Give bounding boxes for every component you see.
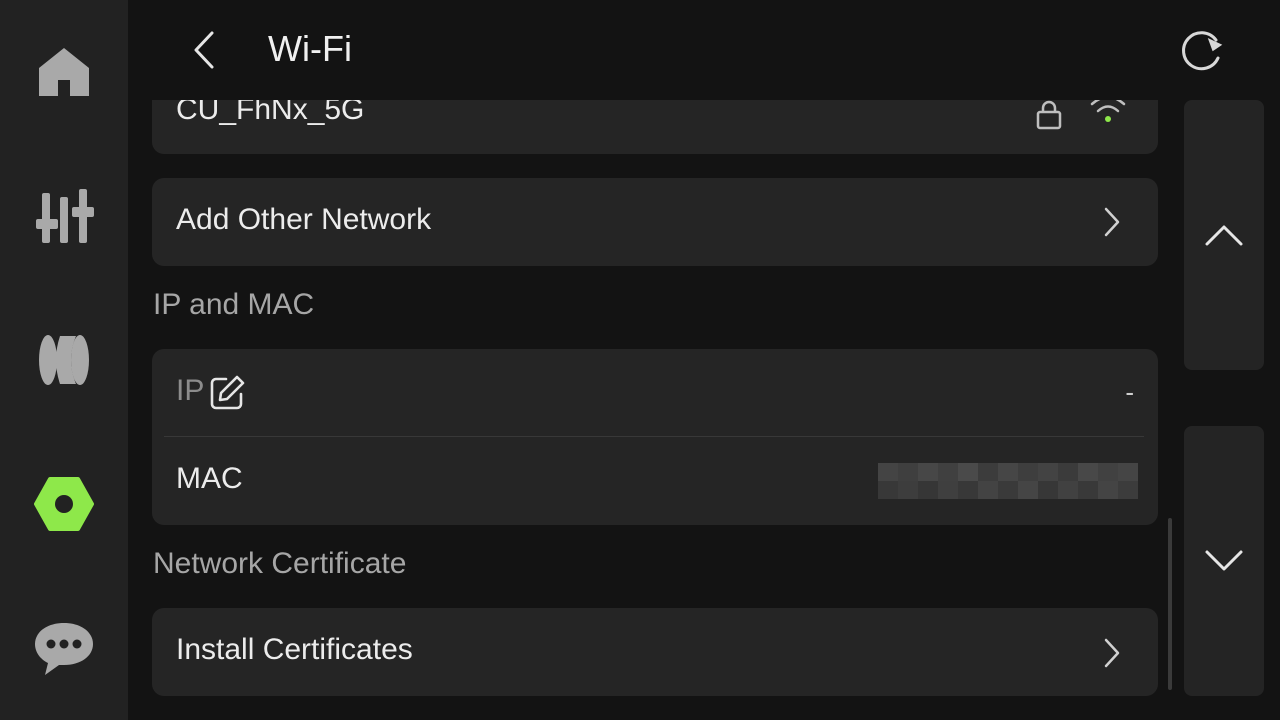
chevron-right-icon [1104,207,1120,237]
chat-icon [35,623,93,675]
install-certificates-label: Install Certificates [176,633,413,666]
sidebar-item-filament[interactable] [24,320,104,400]
network-ssid: CU_FhNx_5G [176,100,365,126]
network-certificate-section-title: Network Certificate [153,547,407,580]
wifi-signal-icon [1090,100,1126,122]
chevron-right-icon [1104,638,1120,668]
chevron-down-icon [1205,550,1243,571]
page-title: Wi-Fi [268,28,352,69]
network-row[interactable]: CU_FhNx_5G [152,100,1158,154]
scroll-up-button[interactable] [1184,100,1264,370]
ip-mac-section-title: IP and MAC [153,288,315,321]
mac-value-redacted [878,463,1138,499]
ip-label: IP [176,374,205,407]
back-button[interactable] [180,26,228,74]
sidebar [0,0,128,720]
scrollbar[interactable] [1168,518,1172,690]
scroll-down-button[interactable] [1184,426,1264,696]
sliders-icon [36,189,94,243]
gear-hex-icon [34,477,94,531]
edit-icon[interactable] [208,374,246,412]
sidebar-item-home[interactable] [24,32,104,112]
lock-icon [1036,100,1062,130]
chevron-up-icon [1205,225,1243,246]
header: Wi-Fi [128,0,1280,100]
install-certificates-row[interactable]: Install Certificates [152,608,1158,696]
add-other-network-label: Add Other Network [176,203,432,236]
sidebar-item-controls[interactable] [24,175,104,255]
ip-mac-card: IP - MAC [152,349,1158,525]
wifi-settings-list[interactable]: CU_FhNx_5G Add Other Network IP and MAC … [128,100,1178,720]
refresh-button[interactable] [1174,24,1230,76]
sidebar-item-settings[interactable] [24,464,104,544]
ip-value: - [1125,377,1134,407]
mac-label: MAC [176,462,243,495]
home-icon [39,48,89,96]
add-other-network-row[interactable]: Add Other Network [152,178,1158,266]
ip-row[interactable]: IP - [152,349,1158,436]
chevron-left-icon [194,31,214,69]
filament-spool-icon [39,335,89,385]
sidebar-item-messages[interactable] [24,608,104,688]
refresh-icon [1182,31,1223,71]
mac-row: MAC [152,437,1158,525]
